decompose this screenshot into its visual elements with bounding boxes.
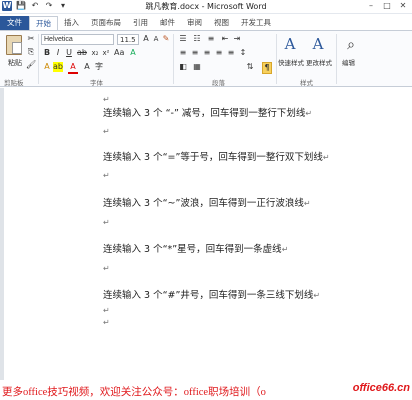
tab-developer[interactable]: 开发工具 bbox=[235, 16, 277, 30]
change-styles-label: 更改样式 bbox=[306, 59, 332, 67]
minimize-button[interactable]: – bbox=[364, 0, 378, 12]
text-effect-icon[interactable]: A bbox=[42, 62, 52, 72]
bullets-icon[interactable]: ☰ bbox=[178, 34, 188, 44]
title-bar: W 💾 ↶ ↷ ▾ 跳凡教育.docx - Microsoft Word – □… bbox=[0, 0, 412, 14]
paragraph-mark: ↵ bbox=[103, 264, 110, 273]
font-group-label: 字体 bbox=[90, 79, 103, 87]
document-line-5[interactable]: 连续输入 3 个“#”井号，回车得到一条三线下划线↵ bbox=[103, 287, 320, 301]
underline-icon[interactable]: U bbox=[64, 48, 74, 58]
quick-styles-label: 快速样式 bbox=[278, 59, 304, 67]
document-line-3[interactable]: 连续输入 3 个“~”波浪，回车得到一正行波浪线↵ bbox=[103, 195, 311, 209]
paragraph-mark: ↵ bbox=[305, 109, 313, 118]
line-text: 连续输入 3 个 “-” 减号，回车得到一整行下划线 bbox=[103, 108, 306, 119]
format-painter-icon[interactable]: 🖌 bbox=[26, 60, 36, 70]
tab-file[interactable]: 文件 bbox=[0, 16, 29, 30]
document-line-2[interactable]: 连续输入 3 个“=”等于号，回车得到一整行双下划线↵ bbox=[103, 149, 330, 163]
paragraph-mark: ↵ bbox=[103, 127, 110, 136]
line-text: 连续输入 3 个“*”星号，回车得到一条虚线 bbox=[103, 244, 282, 255]
change-styles-icon[interactable]: A bbox=[308, 34, 328, 54]
enclose-char-icon[interactable]: 字 bbox=[94, 62, 104, 72]
paragraph-mark: ↵ bbox=[103, 95, 110, 104]
maximize-button[interactable]: □ bbox=[380, 0, 394, 12]
borders-icon[interactable]: ▦ bbox=[192, 62, 202, 72]
group-divider bbox=[336, 34, 337, 84]
tab-view[interactable]: 视图 bbox=[208, 16, 235, 30]
numbering-icon[interactable]: ☷ bbox=[192, 34, 202, 44]
char-shading-icon[interactable]: A bbox=[82, 62, 92, 72]
window-title: 跳凡教育.docx - Microsoft Word bbox=[145, 2, 267, 11]
align-center-icon[interactable]: ≡ bbox=[190, 48, 200, 58]
ribbon-tabs: 文件 开始 插入 页面布局 引用 邮件 审阅 视图 开发工具 bbox=[0, 14, 412, 30]
paragraph-mark: ↵ bbox=[281, 245, 289, 254]
align-right-icon[interactable]: ≡ bbox=[202, 48, 212, 58]
paste-label: 粘贴 bbox=[8, 59, 22, 67]
paragraph-mark: ↵ bbox=[103, 306, 110, 315]
line-spacing-icon[interactable]: ↕ bbox=[238, 48, 248, 58]
increase-indent-icon[interactable]: ⇥ bbox=[232, 34, 242, 44]
line-text: 连续输入 3 个“~”波浪，回车得到一正行波浪线 bbox=[103, 198, 304, 209]
italic-icon[interactable]: I bbox=[53, 48, 63, 58]
document-line-1[interactable]: 连续输入 3 个 “-” 减号，回车得到一整行下划线↵ bbox=[103, 105, 312, 119]
align-left-icon[interactable]: ≡ bbox=[178, 48, 188, 58]
paragraph-mark: ↵ bbox=[103, 318, 110, 327]
paragraph-mark: ↵ bbox=[322, 153, 330, 162]
paragraph-mark: ↵ bbox=[303, 199, 311, 208]
banner-text: 更多office技巧视频，欢迎关注公众号：office职场培训（o bbox=[2, 387, 266, 398]
styles-group-label: 样式 bbox=[300, 79, 313, 87]
font-size-select[interactable]: 11.5 bbox=[117, 34, 139, 45]
decrease-indent-icon[interactable]: ⇤ bbox=[220, 34, 230, 44]
tab-home[interactable]: 开始 bbox=[29, 16, 58, 30]
bold-icon[interactable]: B bbox=[42, 48, 52, 58]
clipboard-group-label: 剪贴板 bbox=[4, 79, 24, 87]
document-line-4[interactable]: 连续输入 3 个“*”星号，回车得到一条虚线↵ bbox=[103, 241, 288, 255]
paragraph-group-label: 段落 bbox=[212, 79, 225, 87]
copy-icon[interactable]: ⎘ bbox=[26, 47, 36, 57]
line-text: 连续输入 3 个“=”等于号，回车得到一整行双下划线 bbox=[103, 152, 323, 163]
justify-icon[interactable]: ≡ bbox=[214, 48, 224, 58]
document-page[interactable] bbox=[4, 88, 412, 380]
subscript-icon[interactable]: x₂ bbox=[90, 48, 100, 58]
window-controls: – □ ✕ bbox=[364, 0, 410, 12]
tab-references[interactable]: 引用 bbox=[127, 16, 154, 30]
distributed-icon[interactable]: ≡ bbox=[226, 48, 236, 58]
change-case-icon[interactable]: Aa bbox=[114, 48, 124, 58]
find-icon[interactable]: ⌕ bbox=[342, 37, 360, 53]
tab-insert[interactable]: 插入 bbox=[58, 16, 85, 30]
tab-page-layout[interactable]: 页面布局 bbox=[85, 16, 127, 30]
shading-icon[interactable]: ◧ bbox=[178, 62, 188, 72]
font-name-select[interactable]: Helvetica bbox=[41, 34, 114, 45]
paste-icon[interactable] bbox=[6, 35, 22, 55]
show-marks-icon[interactable]: ¶ bbox=[262, 62, 272, 74]
tab-review[interactable]: 审阅 bbox=[181, 16, 208, 30]
highlight-icon[interactable]: ab bbox=[53, 62, 63, 72]
cut-icon[interactable]: ✂ bbox=[26, 34, 36, 44]
group-divider bbox=[38, 34, 39, 84]
font-color-icon[interactable]: A bbox=[68, 62, 78, 74]
promo-banner: 更多office技巧视频，欢迎关注公众号：office职场培训（o office… bbox=[0, 381, 412, 400]
group-divider bbox=[173, 34, 174, 84]
ribbon: 粘贴 ✂ ⎘ 🖌 剪贴板 Helvetica 11.5 A A ✎ B I U … bbox=[0, 30, 412, 87]
paragraph-mark: ↵ bbox=[313, 291, 321, 300]
line-text: 连续输入 3 个“#”井号，回车得到一条三线下划线 bbox=[103, 290, 314, 301]
quick-styles-icon[interactable]: A bbox=[280, 34, 300, 54]
paragraph-mark: ↵ bbox=[103, 218, 110, 227]
sort-icon[interactable]: ⇅ bbox=[245, 62, 255, 72]
editing-label: 编辑 bbox=[342, 59, 355, 67]
clear-format-icon[interactable]: ✎ bbox=[161, 34, 171, 44]
close-button[interactable]: ✕ bbox=[396, 0, 410, 12]
grow-font-icon[interactable]: A bbox=[141, 34, 151, 44]
superscript-icon[interactable]: x² bbox=[101, 48, 111, 58]
shrink-font-icon[interactable]: A bbox=[151, 34, 161, 44]
paragraph-mark: ↵ bbox=[103, 171, 110, 180]
font-color-effect-icon[interactable]: A bbox=[128, 48, 138, 58]
multilevel-list-icon[interactable]: ≡ bbox=[206, 34, 216, 44]
site-logo: office66.cn bbox=[349, 382, 410, 394]
group-divider bbox=[276, 34, 277, 84]
tab-mailings[interactable]: 邮件 bbox=[154, 16, 181, 30]
strikethrough-icon[interactable]: ab bbox=[77, 48, 87, 58]
